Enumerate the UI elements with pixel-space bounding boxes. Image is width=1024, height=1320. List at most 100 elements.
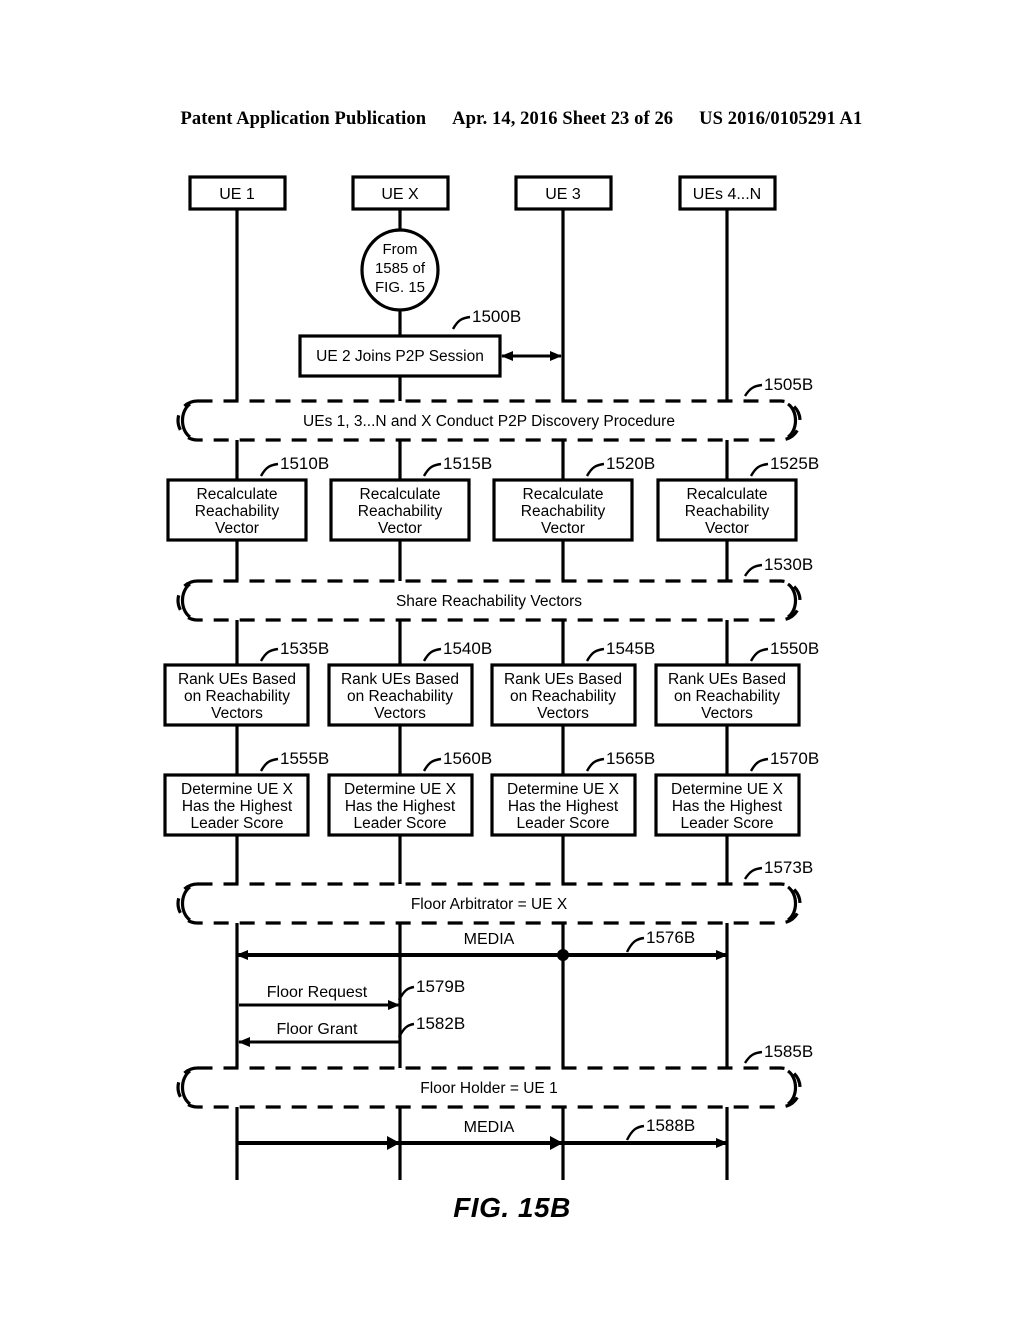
rank-line-1: Rank UEs Based [341,671,459,688]
media-1-label: MEDIA [464,931,515,948]
lifeline-label-ue-x: UE X [381,186,419,203]
sequence-diagram: UE 1 UE X UE 3 UEs 4...N From 1585 of FI… [163,175,819,1180]
recalculate-line-2: Reachability [195,503,280,520]
step-determine-ue-x: Determine UE X Has the Highest Leader Sc… [327,749,492,837]
determine-line-2: Has the Highest [672,798,783,815]
ref-leader-1588b [625,1124,645,1141]
step-rank-ues-4-n: Rank UEs Based on Reachability Vectors 1… [654,639,819,727]
offpage-connector: From 1585 of FIG. 15 [360,228,440,312]
step-recalculate-ue-3: Recalculate Reachability Vector 1520B [492,454,655,542]
ref-label-1555b: 1555B [280,749,329,768]
ref-leader-1500b [451,315,471,330]
determine-line-1: Determine UE X [181,781,294,798]
step-determine-ues-4-n: Determine UE X Has the Highest Leader Sc… [654,749,819,837]
determine-line-3: Leader Score [190,815,283,832]
determine-line-2: Has the Highest [182,798,293,815]
ref-label-1560b: 1560B [443,749,492,768]
join-session-label: UE 2 Joins P2P Session [316,348,484,365]
determine-line-2: Has the Highest [345,798,456,815]
ref-leader-1560b [422,757,442,772]
ref-label-1565b: 1565B [606,749,655,768]
share-vectors-label: Share Reachability Vectors [396,593,582,610]
determine-line-3: Leader Score [353,815,446,832]
recalculate-line-2: Reachability [685,503,770,520]
media-2-arrowhead-ue-x [387,1136,400,1150]
ref-label-1515b: 1515B [443,454,492,473]
determine-line-1: Determine UE X [507,781,620,798]
ref-leader-1570b [749,757,769,772]
recalculate-line-3: Vector [378,520,422,537]
patent-figure-page: Patent Application Publication Apr. 14, 2… [0,0,1024,1320]
rank-line-1: Rank UEs Based [504,671,622,688]
determine-line-1: Determine UE X [671,781,784,798]
ref-leader-1515b [422,462,442,477]
floor-arbitrator-label: Floor Arbitrator = UE X [411,896,568,913]
floor-grant-label: Floor Grant [277,1021,358,1038]
rank-line-2: on Reachability [674,688,780,705]
recalculate-line-1: Recalculate [523,486,604,503]
step-join-session: UE 2 Joins P2P Session 1500B [298,307,562,378]
rank-line-2: on Reachability [510,688,616,705]
rank-line-1: Rank UEs Based [668,671,786,688]
ref-label-1530b: 1530B [764,555,813,574]
connector-line-3: FIG. 15 [375,279,425,296]
media-2-label: MEDIA [464,1119,515,1136]
lifeline-header-ue-3: UE 3 [514,175,613,211]
lifeline-header-ue-x: UE X [351,175,450,211]
ref-label-1535b: 1535B [280,639,329,658]
lifeline-header-ue-1: UE 1 [188,175,287,211]
ref-leader-1576b [625,936,645,953]
rank-line-1: Rank UEs Based [178,671,296,688]
ref-label-1510b: 1510B [280,454,329,473]
rank-line-3: Vectors [701,705,753,722]
message-media-1: MEDIA 1576B [236,928,728,961]
recalculate-line-1: Recalculate [360,486,441,503]
ref-leader-1565b [585,757,605,772]
ref-leader-1520b [585,462,605,477]
connector-line-1: From [383,241,418,258]
determine-line-3: Leader Score [680,815,773,832]
rank-line-2: on Reachability [184,688,290,705]
determine-line-2: Has the Highest [508,798,619,815]
ref-leader-1585b [743,1050,763,1064]
step-recalculate-ue-1: Recalculate Reachability Vector 1510B [166,454,329,542]
ref-label-1570b: 1570B [770,749,819,768]
ref-label-1585b: 1585B [764,1042,813,1061]
step-rank-ue-x: Rank UEs Based on Reachability Vectors 1… [327,639,492,727]
ref-label-1520b: 1520B [606,454,655,473]
rank-line-3: Vectors [211,705,263,722]
ref-label-1582b: 1582B [416,1014,465,1033]
ref-label-1505b: 1505B [764,375,813,394]
connector-line-2: 1585 of [375,260,426,277]
recalculate-line-1: Recalculate [687,486,768,503]
rank-line-3: Vectors [537,705,589,722]
determine-line-3: Leader Score [516,815,609,832]
ref-label-1500b: 1500B [472,307,521,326]
ref-label-1573b: 1573B [764,858,813,877]
ref-label-1588b: 1588B [646,1116,695,1135]
ref-leader-1530b [743,563,763,577]
step-share-vectors: Share Reachability Vectors 1530B [176,555,813,622]
determine-line-1: Determine UE X [344,781,457,798]
ref-label-1545b: 1545B [606,639,655,658]
recalculate-line-3: Vector [541,520,585,537]
ref-leader-1505b [743,383,763,397]
lifeline-header-ues-4-n: UEs 4...N [678,175,777,211]
ref-label-1525b: 1525B [770,454,819,473]
ref-leader-1525b [749,462,769,477]
message-floor-request: Floor Request 1579B [239,977,465,1010]
media-1-junction-dot [557,949,569,961]
recalculate-line-2: Reachability [521,503,606,520]
step-determine-ue-3: Determine UE X Has the Highest Leader Sc… [490,749,655,837]
recalculate-line-1: Recalculate [197,486,278,503]
ref-leader-1555b [259,757,279,772]
ref-label-1576b: 1576B [646,928,695,947]
step-rank-ue-1: Rank UEs Based on Reachability Vectors 1… [163,639,329,727]
lifeline-label-ue-3: UE 3 [545,186,581,203]
ref-leader-1535b [259,647,279,662]
ref-label-1550b: 1550B [770,639,819,658]
lifeline-label-ue-1: UE 1 [219,186,255,203]
step-recalculate-ues-4-n: Recalculate Reachability Vector 1525B [656,454,819,542]
message-floor-grant: Floor Grant 1582B [238,1014,465,1047]
ref-leader-1540b [422,647,442,662]
